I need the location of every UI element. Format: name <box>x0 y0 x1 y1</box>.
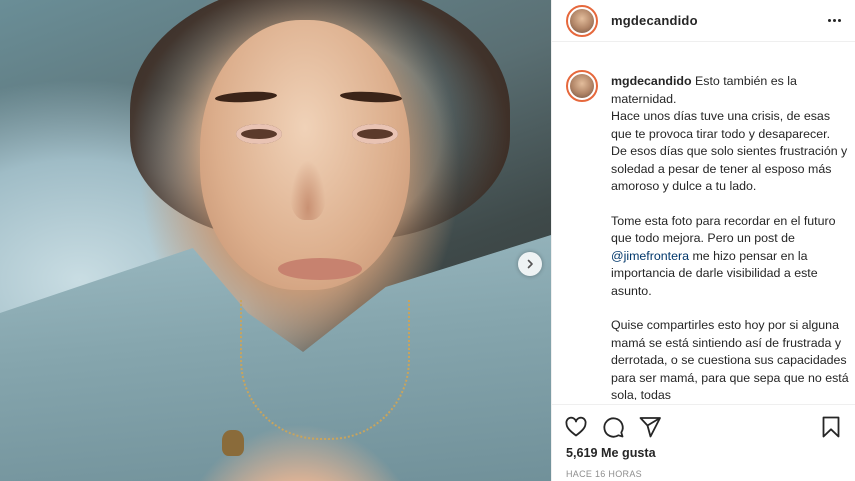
photo-face <box>200 20 410 290</box>
caption-username[interactable]: mgdecandido <box>611 74 692 88</box>
likes-count[interactable]: 5,619 Me gusta <box>566 446 656 460</box>
avatar[interactable] <box>566 4 598 37</box>
more-horizontal-icon <box>828 19 831 22</box>
comment-icon[interactable] <box>601 415 625 439</box>
action-bar <box>552 404 855 448</box>
caption-para2-before: Tome esta foto para recordar en el futur… <box>611 213 836 246</box>
caption-avatar-image <box>570 74 594 98</box>
share-icon[interactable] <box>638 415 662 439</box>
chevron-right-icon <box>527 259 533 269</box>
post-timestamp[interactable]: HACE 16 HORAS <box>566 469 642 479</box>
photo-eye-right <box>352 124 398 144</box>
avatar-image <box>570 8 594 33</box>
caption-paragraph-2: Tome esta foto para recordar en el futur… <box>611 213 849 301</box>
heart-icon[interactable] <box>564 415 588 439</box>
next-photo-button[interactable] <box>518 252 542 276</box>
photo-eye-left <box>236 124 282 144</box>
header-username[interactable]: mgdecandido <box>611 13 698 28</box>
caption-line-1: Hace unos días tuve una crisis, de esas … <box>611 109 848 193</box>
post-photo[interactable] <box>0 0 551 481</box>
caption-paragraph-1: mgdecandido Esto también es la maternida… <box>611 73 849 196</box>
caption-text: mgdecandido Esto también es la maternida… <box>611 73 849 400</box>
instagram-post: mgdecandido mgdecandido Esto también es … <box>0 0 855 481</box>
more-options-button[interactable] <box>828 19 841 22</box>
caption-area[interactable]: mgdecandido Esto también es la maternida… <box>552 58 855 400</box>
bookmark-icon[interactable] <box>819 415 843 439</box>
photo-lips <box>278 258 362 280</box>
caption-avatar[interactable] <box>566 70 598 102</box>
photo-pendant <box>222 430 244 456</box>
post-header: mgdecandido <box>552 0 855 42</box>
photo-nose <box>290 160 326 220</box>
post-side-panel: mgdecandido mgdecandido Esto también es … <box>551 0 855 481</box>
caption-paragraph-3: Quise compartirles esto hoy por si algun… <box>611 318 849 400</box>
mention-link[interactable]: @jimefrontera <box>611 249 689 263</box>
